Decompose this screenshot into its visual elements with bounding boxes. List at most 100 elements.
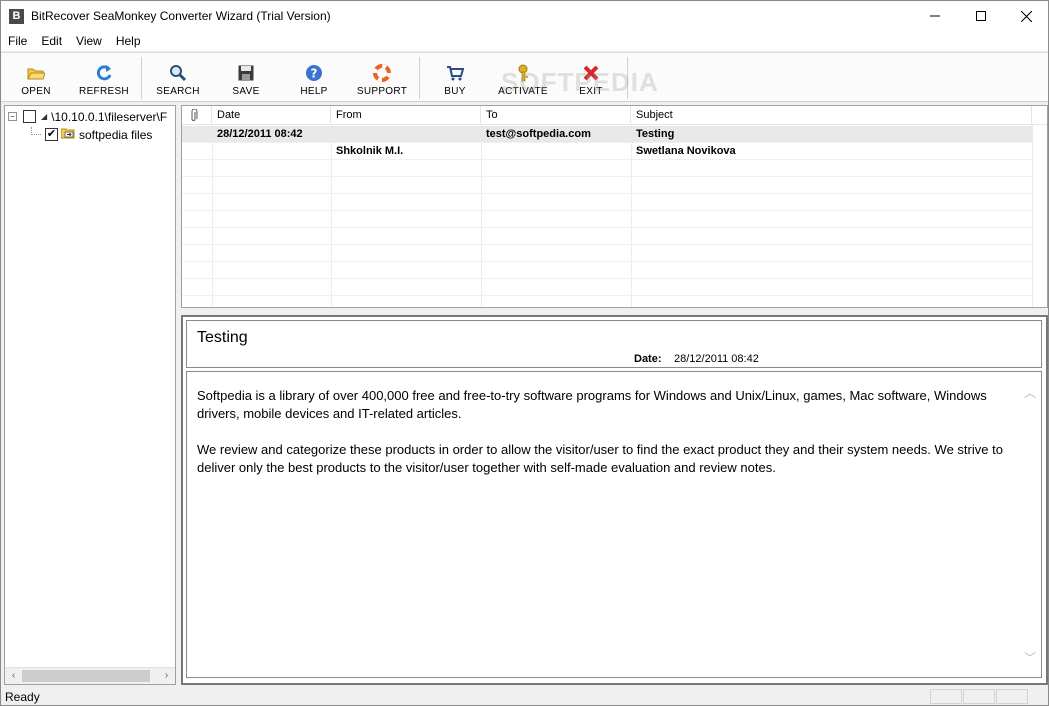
empty-row [182, 194, 1032, 211]
buy-label: BUY [444, 86, 466, 97]
column-from[interactable]: From [331, 106, 481, 125]
table-row[interactable]: 28/12/2011 08:42 test@softpedia.com Test… [182, 126, 1032, 143]
title-bar: B BitRecover SeaMonkey Converter Wizard … [1, 1, 1048, 31]
activate-label: ACTIVATE [498, 86, 548, 97]
message-body: Softpedia is a library of over 400,000 f… [197, 387, 1007, 495]
status-text: Ready [5, 690, 40, 704]
scroll-left-icon[interactable]: ‹ [5, 670, 22, 683]
column-subject[interactable]: Subject [631, 106, 1032, 125]
empty-row [182, 160, 1032, 177]
table-row[interactable]: Shkolnik M.I. Swetlana Novikova [182, 143, 1032, 160]
shopping-cart-icon [446, 64, 464, 82]
menu-edit[interactable]: Edit [34, 31, 69, 51]
menu-file[interactable]: File [1, 31, 34, 51]
activate-button[interactable]: ACTIVATE [494, 53, 552, 101]
app-window: B BitRecover SeaMonkey Converter Wizard … [0, 0, 1049, 706]
row-to: test@softpedia.com [486, 128, 591, 140]
preview-header: Testing Date: 28/12/2011 08:42 [186, 320, 1042, 368]
buy-button[interactable]: BUY [431, 53, 479, 101]
empty-row [182, 177, 1032, 194]
message-preview: Testing Date: 28/12/2011 08:42 Softpedia… [181, 315, 1048, 685]
window-title: BitRecover SeaMonkey Converter Wizard (T… [31, 9, 331, 23]
minimize-button[interactable] [912, 1, 958, 31]
row-date: 28/12/2011 08:42 [217, 128, 303, 140]
help-button[interactable]: ? HELP [289, 53, 339, 101]
exit-x-icon [582, 64, 600, 82]
preview-subject: Testing [197, 329, 248, 346]
menu-bar: File Edit View Help [1, 31, 1048, 51]
refresh-icon [95, 64, 113, 82]
minimize-icon [930, 15, 940, 17]
support-button[interactable]: SUPPORT [353, 53, 411, 101]
tree-root-label: \10.10.0.1\fileserver\F [51, 109, 168, 124]
root-checkbox[interactable] [23, 110, 36, 123]
floppy-disk-icon [237, 64, 255, 82]
exit-button[interactable]: EXIT [567, 53, 615, 101]
help-label: HELP [300, 86, 328, 97]
row-from: Shkolnik M.I. [336, 145, 404, 157]
key-icon [514, 64, 532, 82]
empty-row [182, 228, 1032, 245]
folder-arrow-icon [60, 127, 75, 142]
status-panel [996, 689, 1028, 704]
row-to [481, 143, 631, 160]
tree-node-child[interactable]: ✔ softpedia files [31, 126, 152, 143]
scroll-down-icon[interactable]: ﹀ [1023, 649, 1037, 665]
column-to[interactable]: To [481, 106, 631, 125]
collapse-icon[interactable]: − [8, 112, 17, 121]
tree-horizontal-scrollbar[interactable]: ‹ › [5, 667, 175, 684]
toolbar-separator [141, 57, 142, 99]
row-subject: Testing [636, 128, 675, 140]
save-button[interactable]: SAVE [221, 53, 271, 101]
app-logo-icon: B [9, 9, 24, 24]
search-label: SEARCH [156, 86, 200, 97]
toolbar-separator [627, 57, 628, 99]
tree-child-label: softpedia files [79, 127, 153, 142]
column-date[interactable]: Date [212, 106, 331, 125]
scroll-up-icon[interactable]: ︿ [1023, 384, 1037, 400]
preview-body[interactable]: Softpedia is a library of over 400,000 f… [186, 371, 1042, 678]
toolbar: OPEN REFRESH SEARCH SAVE ? HELP SUPPORT … [1, 52, 1048, 102]
folder-open-icon [27, 64, 45, 82]
search-button[interactable]: SEARCH [151, 53, 205, 101]
close-icon [1020, 10, 1032, 22]
child-checkbox[interactable]: ✔ [45, 128, 58, 141]
empty-row [182, 262, 1032, 279]
toolbar-separator [419, 57, 420, 99]
preview-date-label: Date: [634, 353, 662, 365]
svg-text:?: ? [311, 67, 318, 81]
list-header: Date From To Subject [182, 106, 1047, 125]
scroll-right-icon[interactable]: › [158, 670, 175, 683]
open-button[interactable]: OPEN [11, 53, 61, 101]
tree-node-root[interactable]: − ◢ \10.10.0.1\fileserver\F [8, 108, 167, 125]
grid-line [1032, 125, 1033, 307]
maximize-button[interactable] [958, 1, 1004, 31]
preview-date-value: 28/12/2011 08:42 [674, 353, 759, 365]
scroll-thumb[interactable] [22, 670, 150, 682]
row-from [331, 126, 481, 143]
lifebuoy-icon [373, 64, 391, 82]
row-subject: Swetlana Novikova [636, 145, 736, 157]
empty-row [182, 279, 1032, 296]
empty-row [182, 211, 1032, 228]
status-panel [930, 689, 962, 704]
status-panel [963, 689, 995, 704]
triangle-icon: ◢ [41, 112, 48, 121]
email-list: Date From To Subject 28/12/2011 08:42 te… [181, 105, 1048, 308]
search-icon [169, 64, 187, 82]
maximize-icon [976, 11, 986, 21]
column-attachment[interactable] [182, 106, 212, 125]
exit-label: EXIT [579, 86, 603, 97]
status-bar: Ready [1, 687, 1048, 705]
close-window-button[interactable] [1003, 1, 1049, 31]
menu-help[interactable]: Help [109, 31, 148, 51]
refresh-button[interactable]: REFRESH [76, 53, 132, 101]
menu-view[interactable]: View [69, 31, 109, 51]
body-paragraph: Softpedia is a library of over 400,000 f… [197, 388, 987, 421]
save-label: SAVE [232, 86, 260, 97]
tree-connector [31, 126, 41, 135]
empty-row [182, 245, 1032, 262]
row-date [212, 143, 331, 160]
open-label: OPEN [21, 86, 51, 97]
folder-tree: − ◢ \10.10.0.1\fileserver\F ✔ softpedia … [4, 105, 176, 685]
